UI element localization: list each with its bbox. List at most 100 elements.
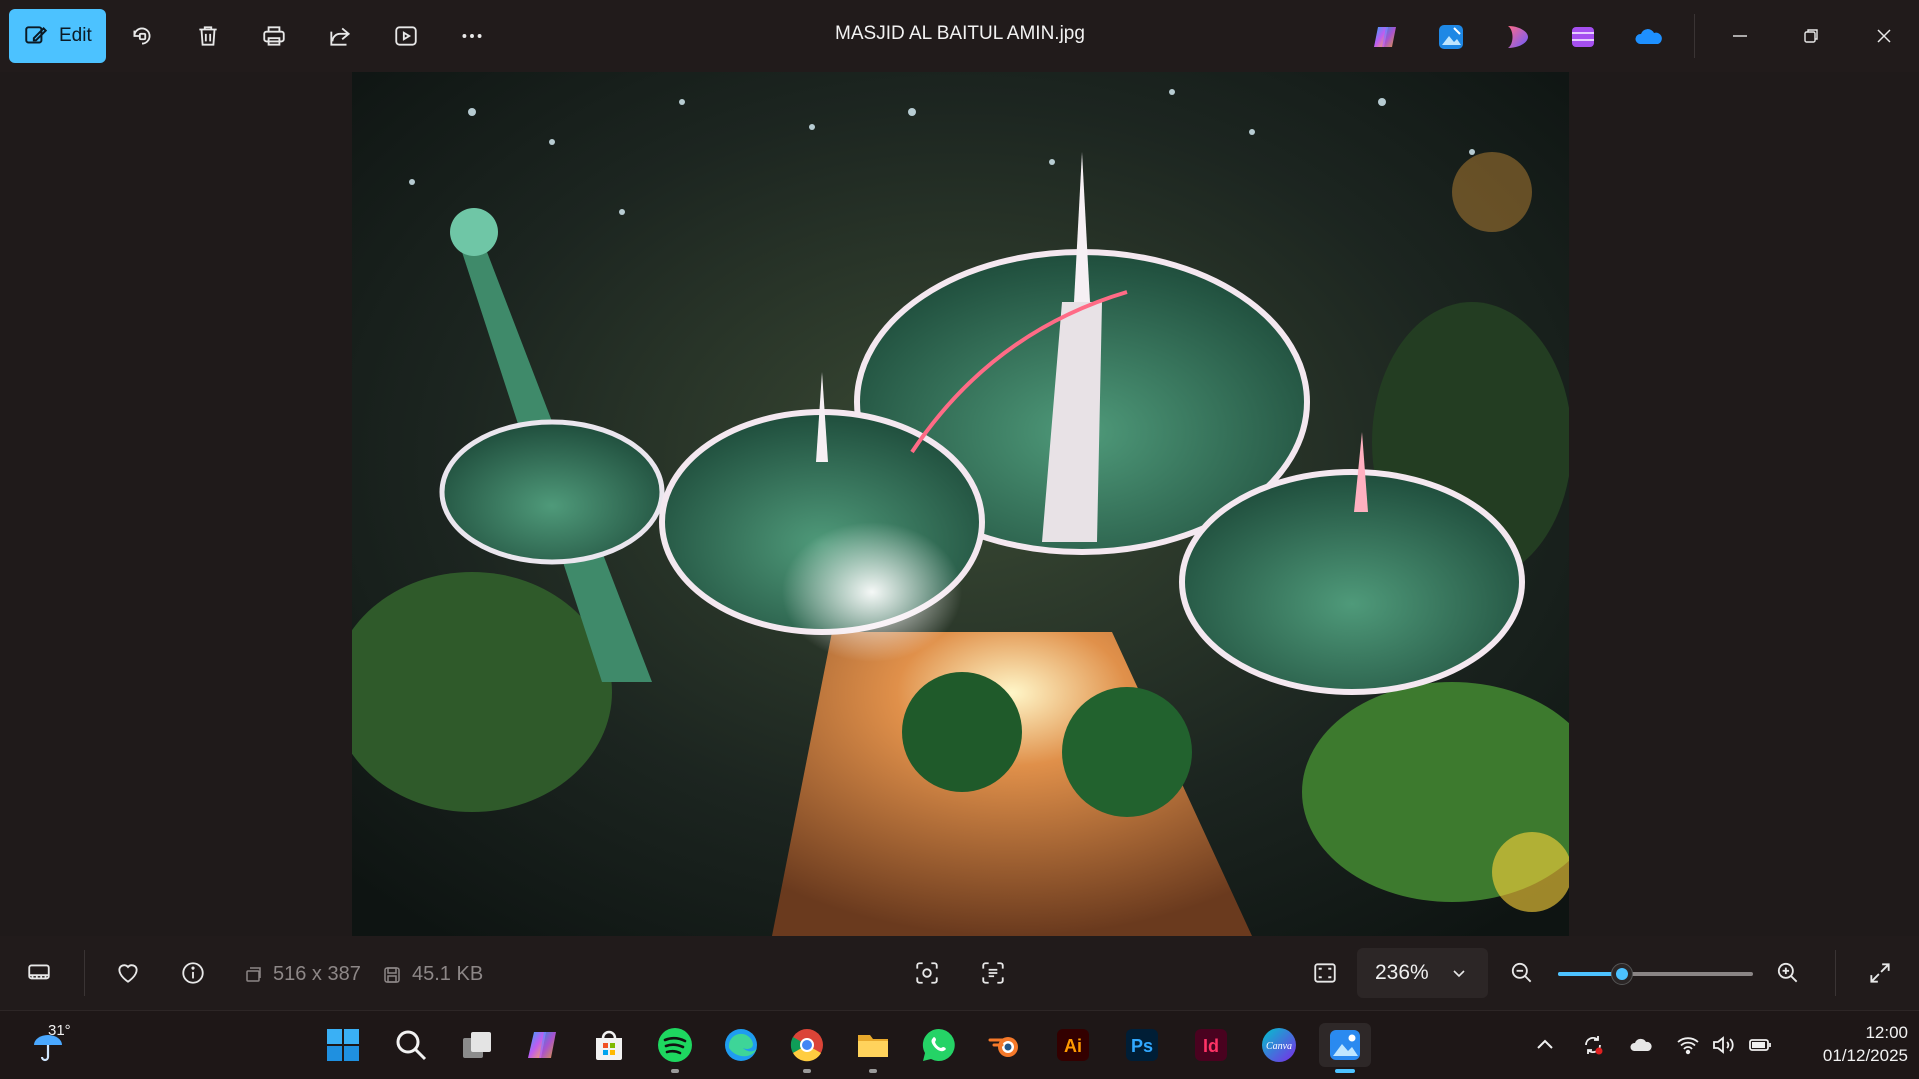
clock-time: 12:00	[1865, 1023, 1908, 1042]
sync-status-button[interactable]	[1579, 1031, 1607, 1059]
zoom-out-icon	[1511, 962, 1532, 983]
canva-button[interactable]: Canva	[1257, 1023, 1301, 1067]
edit-button[interactable]: Edit	[9, 9, 106, 63]
store-button[interactable]	[587, 1023, 631, 1067]
image-canvas[interactable]	[0, 72, 1919, 936]
store-icon	[596, 1030, 622, 1060]
mosque-photo[interactable]	[352, 72, 1569, 936]
system-clock[interactable]: 12:00 01/12/2025	[1790, 1021, 1908, 1067]
bottom-toolbar: 516 x 387 45.1 KB 236%	[0, 936, 1919, 1010]
rotate-icon	[133, 27, 151, 45]
onedrive-tray-button[interactable]	[1627, 1031, 1655, 1059]
fit-window-button[interactable]	[1308, 956, 1342, 990]
restore-button[interactable]	[1791, 18, 1831, 54]
blender-button[interactable]	[983, 1023, 1027, 1067]
photos-icon	[1330, 1030, 1360, 1060]
chevron-down-icon	[1453, 970, 1465, 978]
text-extract-button[interactable]	[976, 956, 1010, 990]
spotify-button[interactable]	[653, 1023, 697, 1073]
chrome-button[interactable]	[785, 1023, 829, 1073]
file-explorer-button[interactable]	[851, 1023, 895, 1073]
folder-icon	[858, 1035, 888, 1057]
indesign-icon: Id	[1195, 1029, 1227, 1061]
fullscreen-button[interactable]	[1863, 956, 1897, 990]
cloud-icon	[1630, 1038, 1652, 1051]
titlebar-divider	[1694, 14, 1695, 58]
search-icon	[396, 1030, 427, 1061]
wifi-button[interactable]	[1674, 1031, 1702, 1059]
edit-icon	[25, 26, 48, 44]
indesign-button[interactable]: Id	[1189, 1023, 1233, 1067]
zoom-in-icon	[1777, 962, 1798, 983]
title-bar: Edit MASJID AL BAITUL AMIN.jpg	[0, 0, 1919, 72]
slideshow-button[interactable]	[388, 18, 424, 54]
canva-label: Canva	[1266, 1041, 1292, 1052]
spotify-icon	[658, 1028, 692, 1062]
chevron-up-icon	[1537, 1039, 1553, 1049]
zoom-dropdown[interactable]: 236%	[1357, 948, 1488, 998]
illustrator-button[interactable]: Ai	[1051, 1023, 1095, 1067]
favorite-button[interactable]	[111, 956, 145, 990]
clipchamp-icon[interactable]	[1568, 22, 1598, 52]
task-view-icon	[463, 1032, 491, 1058]
active-indicator	[1335, 1069, 1355, 1073]
zoom-in-button[interactable]	[1771, 956, 1805, 990]
illustrator-icon: Ai	[1057, 1029, 1089, 1061]
start-button[interactable]	[321, 1023, 365, 1067]
designer-icon[interactable]	[1502, 22, 1532, 52]
delete-button[interactable]	[190, 18, 226, 54]
filmstrip-icon	[28, 964, 50, 980]
whatsapp-icon	[922, 1028, 955, 1061]
edit-button-label: Edit	[59, 25, 92, 46]
battery-button[interactable]	[1746, 1031, 1774, 1059]
sync-icon	[1585, 1036, 1603, 1055]
edge-icon	[725, 1029, 757, 1061]
windows-icon	[327, 1029, 359, 1061]
minimize-icon	[1733, 35, 1747, 37]
filmstrip-button[interactable]	[22, 956, 56, 990]
illustrator-label: Ai	[1064, 1036, 1082, 1056]
photos-button[interactable]	[1319, 1023, 1371, 1073]
rotate-button[interactable]	[124, 18, 160, 54]
file-size: 45.1 KB	[382, 963, 483, 986]
zoom-slider-thumb[interactable]	[1611, 963, 1634, 985]
running-indicator	[803, 1069, 811, 1073]
whatsapp-button[interactable]	[917, 1023, 961, 1067]
share-button[interactable]	[322, 18, 358, 54]
volume-button[interactable]	[1709, 1031, 1737, 1059]
print-button[interactable]	[256, 18, 292, 54]
slideshow-icon	[395, 26, 417, 46]
restore-icon	[1804, 29, 1818, 43]
zoom-slider[interactable]	[1558, 963, 1753, 985]
photos-editor-icon[interactable]	[1436, 22, 1466, 52]
fullscreen-icon	[1870, 963, 1890, 983]
search-button[interactable]	[389, 1023, 433, 1067]
image-dimensions-value: 516 x 387	[273, 963, 361, 985]
more-button[interactable]	[454, 18, 490, 54]
text-extract-icon	[982, 962, 1004, 984]
fit-window-icon	[1314, 963, 1336, 983]
zoom-out-button[interactable]	[1505, 956, 1539, 990]
task-view-button[interactable]	[455, 1023, 499, 1067]
bottombar-divider	[84, 950, 85, 996]
copilot-taskbar-button[interactable]	[521, 1023, 565, 1067]
resolution-icon	[246, 966, 261, 982]
file-size-value: 45.1 KB	[412, 963, 484, 985]
favorite-icon	[118, 964, 138, 983]
chrome-icon	[790, 1029, 823, 1062]
photoshop-label: Ps	[1131, 1036, 1153, 1056]
minimize-button[interactable]	[1720, 18, 1760, 54]
photoshop-button[interactable]: Ps	[1120, 1023, 1164, 1067]
edge-button[interactable]	[719, 1023, 763, 1067]
running-indicator	[869, 1069, 877, 1073]
info-button[interactable]	[176, 956, 210, 990]
visual-search-icon	[916, 962, 938, 984]
show-hidden-icons-button[interactable]	[1531, 1031, 1559, 1059]
copilot-icon[interactable]	[1370, 22, 1400, 52]
close-button[interactable]	[1864, 18, 1904, 54]
volume-icon	[1713, 1036, 1734, 1054]
share-icon	[330, 27, 351, 46]
visual-search-button[interactable]	[910, 956, 944, 990]
more-icon	[462, 34, 482, 38]
onedrive-icon[interactable]	[1634, 22, 1664, 52]
